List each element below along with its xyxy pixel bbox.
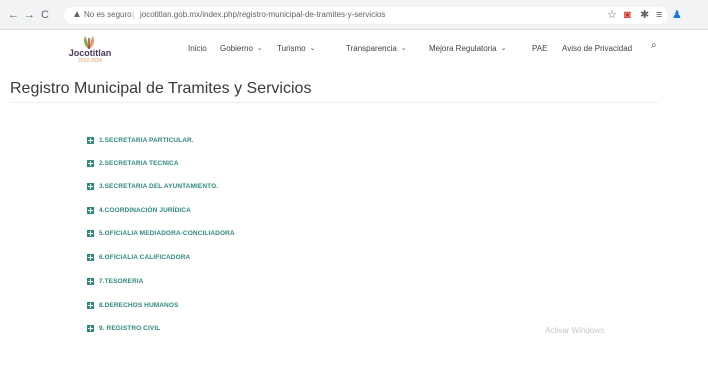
nav-label: PAE <box>532 43 548 53</box>
reload-icon[interactable]: C <box>41 8 49 22</box>
not-secure-label[interactable]: No es seguro <box>84 10 132 19</box>
nav-label: Inicio <box>188 43 207 53</box>
list-item-label[interactable]: 3.SECRETARIA DEL AYUNTAMIENTO. <box>99 183 218 190</box>
nav-turismo[interactable]: Turismo ⌄ <box>277 41 315 55</box>
profile-icon[interactable]: ♟ <box>672 8 682 22</box>
nav-label: Aviso de Privacidad <box>562 43 633 53</box>
forward-arrow-icon[interactable]: → <box>24 8 35 22</box>
extension-icon[interactable]: ◙ <box>624 8 631 22</box>
list-item-label[interactable]: 8.DERECHOS HUMANOS <box>99 302 178 309</box>
list-item-label[interactable]: 5.OFICIALIA MEDIADORA-CONCILIADORA <box>99 230 235 237</box>
warning-icon[interactable]: ▲ <box>72 9 82 20</box>
plus-icon[interactable] <box>87 301 94 309</box>
plus-icon[interactable] <box>87 277 94 285</box>
list-item[interactable]: 8.DERECHOS HUMANOS <box>87 299 178 311</box>
list-item-label[interactable]: 9. REGISTRO CIVIL <box>99 325 160 332</box>
plus-icon[interactable] <box>87 253 94 261</box>
logo-name: Jocotitlan <box>68 48 112 58</box>
nav-gobierno[interactable]: Gobierno ⌄ <box>220 41 263 55</box>
plus-icon[interactable] <box>87 159 94 167</box>
url-text[interactable]: jocotitlan.gob.mx/index.php/registro-mun… <box>140 10 385 19</box>
search-icon[interactable]: ⌕ <box>651 40 657 51</box>
nav-pae[interactable]: PAE <box>532 41 547 55</box>
bookmark-star-icon[interactable]: ☆ <box>607 8 617 22</box>
nav-label: Turismo <box>277 43 306 53</box>
plus-icon[interactable] <box>87 206 94 214</box>
page-title: Registro Municipal de Tramites y Servici… <box>10 80 312 97</box>
list-item[interactable]: 9. REGISTRO CIVIL <box>87 322 160 334</box>
chevron-down-icon: ⌄ <box>500 45 507 52</box>
activate-windows-watermark: Activar Windows <box>545 326 605 335</box>
site-logo[interactable]: Jocotitlan 2022-2024 <box>60 34 120 68</box>
list-item[interactable]: 3.SECRETARIA DEL AYUNTAMIENTO. <box>87 180 218 192</box>
browser-toolbar: ← → C ▲ No es seguro | jocotitlan.gob.mx… <box>0 0 708 30</box>
list-item-label[interactable]: 1.SECRETARIA PARTICULAR. <box>99 137 194 144</box>
list-item[interactable]: 4.COORDINACIÓN JURÍDICA <box>87 204 191 216</box>
address-bar[interactable]: ▲ No es seguro | jocotitlan.gob.mx/index… <box>64 7 668 24</box>
list-item-label[interactable]: 4.COORDINACIÓN JURÍDICA <box>99 207 191 214</box>
nav-aviso-de-privacidad[interactable]: Aviso de Privacidad <box>562 41 632 55</box>
list-item[interactable]: 2.SECRETARIA TECNICA <box>87 157 179 169</box>
plus-icon[interactable] <box>87 136 94 144</box>
chevron-down-icon: ⌄ <box>256 45 263 52</box>
nav-label: Gobierno <box>220 43 253 53</box>
extensions-puzzle-icon[interactable]: ✱ <box>640 8 649 22</box>
list-item[interactable]: 1.SECRETARIA PARTICULAR. <box>87 134 194 146</box>
url-separator: | <box>132 9 135 19</box>
nav-mejora-regulatoria[interactable]: Mejora Regulatoria ⌄ <box>429 41 506 55</box>
plus-icon[interactable] <box>87 324 94 332</box>
list-item[interactable]: 7.TESORERIA <box>87 275 143 287</box>
list-item-label[interactable]: 7.TESORERIA <box>99 278 143 285</box>
chevron-down-icon: ⌄ <box>400 45 407 52</box>
nav-transparencia[interactable]: Transparencia ⌄ <box>346 41 407 55</box>
list-item[interactable]: 6.OFICIALIA CALIFICADORA <box>87 251 190 263</box>
plus-icon[interactable] <box>87 182 94 190</box>
chevron-down-icon: ⌄ <box>309 45 316 52</box>
plus-icon[interactable] <box>87 229 94 237</box>
logo-subtitle: 2022-2024 <box>78 58 102 64</box>
back-arrow-icon[interactable]: ← <box>8 8 19 22</box>
list-item[interactable]: 5.OFICIALIA MEDIADORA-CONCILIADORA <box>87 227 235 239</box>
title-divider <box>10 102 658 103</box>
list-item-label[interactable]: 2.SECRETARIA TECNICA <box>99 160 179 167</box>
nav-label: Transparencia <box>346 43 397 53</box>
nav-label: Mejora Regulatoria <box>429 43 497 53</box>
list-item-label[interactable]: 6.OFICIALIA CALIFICADORA <box>99 254 190 261</box>
reading-list-icon[interactable]: ≡ <box>656 8 662 22</box>
nav-inicio[interactable]: Inicio <box>188 41 207 55</box>
